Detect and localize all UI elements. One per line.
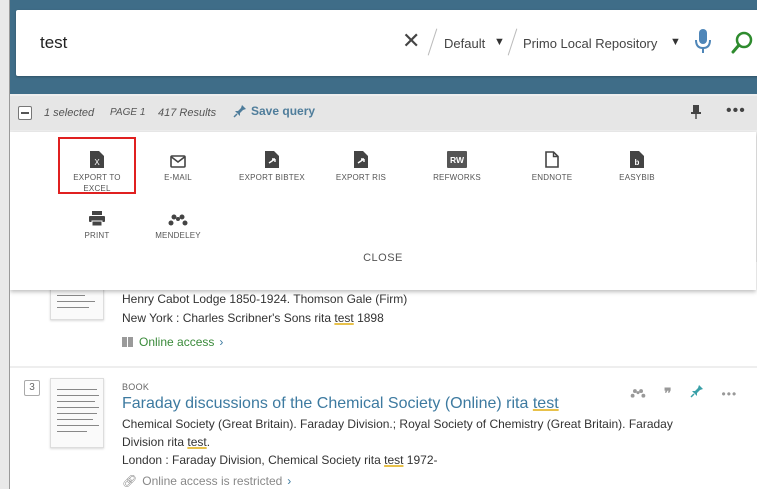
mendeley-button[interactable]: MENDELEY bbox=[142, 204, 214, 241]
endnote-button[interactable]: ENDNOTE bbox=[516, 146, 588, 183]
close-button[interactable]: CLOSE bbox=[10, 252, 756, 264]
save-query-button[interactable]: Save query bbox=[233, 104, 315, 118]
result-index: 3 bbox=[24, 380, 40, 396]
save-query-label: Save query bbox=[251, 104, 316, 118]
result-authors: Henry Cabot Lodge 1850-1924. Thomson Gal… bbox=[122, 292, 408, 306]
divider bbox=[507, 28, 518, 56]
pin-icon[interactable] bbox=[690, 384, 704, 403]
export-label: REFWORKS bbox=[433, 173, 481, 182]
mendeley-icon[interactable] bbox=[630, 385, 646, 403]
export-label: MENDELEY bbox=[155, 231, 201, 240]
export-ris-button[interactable]: EXPORT RIS bbox=[325, 146, 397, 183]
divider bbox=[427, 28, 438, 56]
file-arrow-icon bbox=[236, 146, 308, 168]
availability-label: Online access bbox=[139, 335, 215, 349]
export-label: ENDNOTE bbox=[531, 173, 573, 182]
link-icon: 🔗︎ bbox=[122, 474, 138, 488]
export-bibtex-button[interactable]: EXPORT BIBTEX bbox=[236, 146, 308, 183]
mendeley-icon bbox=[142, 204, 214, 226]
export-label: EXPORT BIBTEX bbox=[239, 173, 305, 182]
results-toolbar: 1 selected PAGE 1 417 Results Save query… bbox=[10, 96, 757, 130]
document-icon bbox=[516, 146, 588, 168]
chevron-right-icon: › bbox=[287, 474, 292, 488]
pin-icon bbox=[233, 105, 246, 118]
export-panel: X EXPORT TO EXCEL E-MAIL EXPORT BIBTEX EX… bbox=[10, 132, 756, 290]
printer-icon bbox=[61, 204, 133, 226]
chevron-down-icon[interactable]: ▼ bbox=[494, 36, 505, 48]
refworks-button[interactable]: RW REFWORKS bbox=[421, 146, 493, 183]
scope-default[interactable]: Default bbox=[444, 36, 485, 51]
result-publisher: New York : Charles Scribner's Sons rita … bbox=[122, 311, 384, 325]
availability-label: Online access is restricted bbox=[142, 474, 283, 488]
export-label: EXCEL bbox=[83, 184, 111, 193]
refworks-icon: RW bbox=[421, 146, 493, 168]
result-title[interactable]: Faraday discussions of the Chemical Soci… bbox=[122, 395, 559, 413]
envelope-icon bbox=[142, 146, 214, 168]
quote-icon[interactable]: ❞ bbox=[664, 385, 672, 402]
easybib-button[interactable]: b EASYBIB bbox=[601, 146, 673, 183]
book-icon bbox=[122, 337, 133, 347]
search-icon[interactable] bbox=[731, 30, 755, 59]
more-options-icon[interactable]: ••• bbox=[722, 387, 738, 401]
search-input[interactable]: test bbox=[40, 33, 67, 53]
export-label: EASYBIB bbox=[619, 173, 655, 182]
svg-text:X: X bbox=[94, 158, 100, 167]
availability-link[interactable]: Online access › bbox=[122, 335, 223, 349]
print-button[interactable]: PRINT bbox=[61, 204, 133, 241]
export-excel-button[interactable]: X EXPORT TO EXCEL bbox=[61, 146, 133, 194]
export-label: PRINT bbox=[84, 231, 110, 240]
email-button[interactable]: E-MAIL bbox=[142, 146, 214, 183]
export-label: E-MAIL bbox=[164, 173, 192, 182]
result-authors-cont: Division rita test. bbox=[122, 435, 211, 449]
selected-count: 1 selected bbox=[44, 107, 95, 119]
select-all-checkbox[interactable] bbox=[18, 106, 32, 120]
pin-icon[interactable] bbox=[691, 105, 701, 124]
file-arrow-icon bbox=[325, 146, 397, 168]
scope-repository[interactable]: Primo Local Repository bbox=[523, 36, 657, 51]
export-label: EXPORT TO bbox=[73, 173, 121, 182]
svg-text:RW: RW bbox=[450, 155, 465, 165]
app-frame: test ✕ Default ▼ Primo Local Repository … bbox=[9, 0, 757, 489]
results-count: 417 Results bbox=[158, 107, 217, 119]
chevron-right-icon: › bbox=[219, 335, 224, 349]
search-bar: test ✕ Default ▼ Primo Local Repository … bbox=[16, 10, 757, 76]
microphone-icon[interactable] bbox=[695, 29, 711, 60]
availability-link[interactable]: 🔗︎ Online access is restricted › bbox=[122, 474, 291, 488]
result-authors: Chemical Society (Great Britain). Farada… bbox=[122, 417, 673, 431]
search-header: test ✕ Default ▼ Primo Local Repository … bbox=[10, 0, 757, 94]
svg-text:b: b bbox=[635, 158, 640, 167]
excel-file-icon: X bbox=[61, 146, 133, 168]
easybib-icon: b bbox=[601, 146, 673, 168]
close-icon[interactable]: ✕ bbox=[402, 28, 420, 54]
export-label: EXPORT RIS bbox=[335, 173, 387, 182]
page-number: PAGE 1 bbox=[110, 107, 146, 118]
thumbnail[interactable] bbox=[50, 378, 104, 448]
result-actions: ❞ ••• bbox=[630, 384, 737, 403]
more-options-icon[interactable]: ••• bbox=[726, 102, 746, 120]
chevron-down-icon[interactable]: ▼ bbox=[670, 36, 681, 48]
result-publisher: London : Faraday Division, Chemical Soci… bbox=[122, 453, 438, 467]
result-type: BOOK bbox=[122, 382, 150, 392]
